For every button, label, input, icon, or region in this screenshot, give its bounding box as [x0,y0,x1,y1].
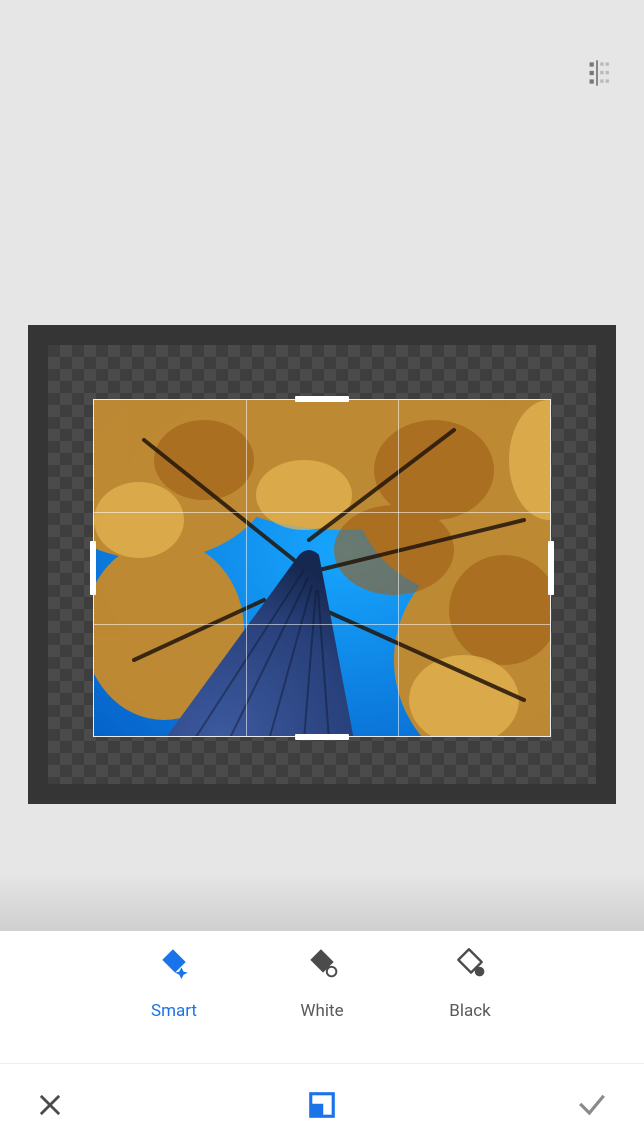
crop-handle-left[interactable] [90,541,96,595]
crop-frame[interactable] [94,400,550,736]
grid-line [94,512,550,513]
close-icon [36,1091,64,1119]
fill-option-label: White [300,1001,343,1021]
check-icon [576,1089,608,1121]
fill-option-white[interactable]: White [272,945,372,1063]
grid-line [94,624,550,625]
black-fill-icon [453,945,487,979]
cancel-button[interactable] [36,1091,64,1119]
fill-option-label: Black [449,1001,491,1021]
confirm-button[interactable] [576,1089,608,1121]
fill-option-label: Smart [151,1001,197,1021]
crop-handle-top[interactable] [295,396,349,402]
fill-mode-toolbar: Smart White Black [0,931,644,1063]
canvas-size-button[interactable] [580,56,614,94]
expand-canvas-icon [307,1090,337,1120]
expand-editor-screen: Smart White Black [0,0,644,1145]
expand-canvas[interactable] [28,325,616,804]
crop-handle-bottom[interactable] [295,734,349,740]
crop-handle-right[interactable] [548,541,554,595]
edited-photo [94,400,550,736]
expand-tool-button[interactable] [307,1090,337,1120]
shadow [0,872,644,932]
grid-line [246,400,247,736]
canvas-size-icon [580,56,614,90]
smart-fill-icon [157,945,191,979]
white-fill-icon [305,945,339,979]
bottom-action-bar [0,1063,644,1145]
fill-option-smart[interactable]: Smart [124,945,224,1063]
fill-option-black[interactable]: Black [420,945,520,1063]
grid-line [398,400,399,736]
